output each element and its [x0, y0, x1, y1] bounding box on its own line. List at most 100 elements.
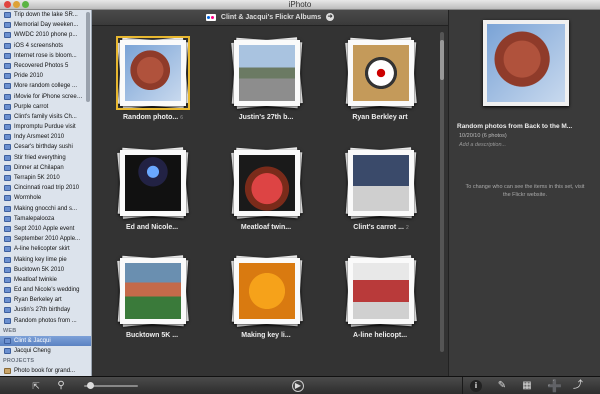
zoom-window-button[interactable] [22, 1, 29, 8]
album-browser: Clint & Jacqui's Flickr Albums ➜ Random p… [92, 10, 448, 376]
album-title: Making key li... [241, 332, 291, 339]
sidebar-item-label: Terrapin 5K 2010 [14, 175, 60, 181]
sidebar-event-item[interactable]: Making key lime pie [0, 255, 91, 265]
sidebar-event-item[interactable]: Dinner at Chilapan [0, 163, 91, 173]
minimize-window-button[interactable] [13, 1, 20, 8]
sidebar-event-item[interactable]: Pride 2010 [0, 71, 91, 81]
album-tile[interactable]: Justin's 27th b... [222, 37, 312, 150]
sidebar-header-projects: PROJECTS [3, 358, 35, 365]
album-photo-stack [345, 37, 417, 109]
event-icon [4, 93, 11, 100]
effects-icon[interactable]: ▦ [521, 380, 533, 392]
album-date-count: 10/20/10 (6 photos) [459, 133, 507, 139]
sidebar-item-label: Meatloaf twinkie [14, 276, 58, 283]
album-cover [234, 258, 300, 324]
sidebar-event-item[interactable]: Trip down the lake SR... [0, 10, 91, 20]
sidebar-item-jacqui-cheng[interactable]: Jacqui Cheng [0, 346, 91, 356]
album-tile[interactable]: Clint's carrot ... 2 [336, 147, 426, 260]
sidebar-event-item[interactable]: Recovered Photos 5 [0, 61, 91, 71]
event-icon [4, 22, 11, 29]
open-in-browser-arrow-icon[interactable]: ➜ [326, 13, 335, 22]
sidebar-event-item[interactable]: Sept 2010 Apple event [0, 224, 91, 234]
sidebar-event-item[interactable]: Making gnocchi and s... [0, 204, 91, 214]
sidebar-event-item[interactable]: Internet rose is bloom... [0, 51, 91, 61]
share-icon[interactable]: ⤴ [572, 380, 584, 392]
album-title: Justin's 27th b... [238, 114, 294, 121]
album-tile[interactable]: Random photo... 6 [108, 36, 198, 150]
album-browser-header: Clint & Jacqui's Flickr Albums ➜ [92, 10, 448, 26]
sidebar-event-item[interactable]: Bucktown 5K 2010 [0, 265, 91, 275]
album-grid-scrollbar[interactable] [440, 32, 444, 352]
album-tile[interactable]: Bucktown 5K ... [108, 255, 198, 368]
sidebar-event-item[interactable]: Memorial Day weeken... [0, 20, 91, 30]
sidebar-event-item[interactable]: Ed and Nicole's wedding [0, 285, 91, 295]
visibility-note: To change who can see the items in this … [465, 184, 585, 198]
album-cover [234, 40, 300, 106]
album-tile[interactable]: Meatloaf twin... [222, 147, 312, 260]
sidebar-event-item[interactable]: Indy Arsmeet 2010 [0, 132, 91, 142]
page-title: Clint & Jacqui's Flickr Albums [220, 14, 322, 21]
album-photo-stack [231, 37, 303, 109]
sidebar-event-item[interactable]: iMovie for iPhone screens [0, 92, 91, 102]
sidebar-event-item[interactable]: More random college ... [0, 81, 91, 91]
sidebar-item-label: Wormhole [14, 195, 42, 202]
event-icon [4, 144, 11, 151]
sidebar-event-item[interactable]: Cincinnati road trip 2010 [0, 183, 91, 193]
sidebar-item-label: Photo book for grand... [14, 368, 76, 375]
sidebar-event-item[interactable]: Purple carrot [0, 102, 91, 112]
sidebar-item-label: Clint's family visits Ch... [14, 113, 77, 120]
album-tile[interactable]: Ed and Nicole... [108, 147, 198, 260]
zoom-slider-knob[interactable] [87, 382, 94, 389]
sidebar-event-item[interactable]: Wormhole [0, 193, 91, 203]
album-cover [120, 150, 186, 216]
apple-mac-photo [125, 45, 181, 101]
sidebar-event-item[interactable]: Tamalepalooza [0, 214, 91, 224]
album-title: Random photo... [123, 114, 179, 121]
album-description-field[interactable]: Add a description... [459, 142, 506, 148]
sidebar-event-item[interactable]: Justin's 27th birthday [0, 305, 91, 315]
sidebar-event-item[interactable]: WWDC 2010 phone p... [0, 30, 91, 40]
sidebar-scrollbar[interactable] [86, 12, 90, 102]
sidebar-event-item[interactable]: Random photos from ... [0, 316, 91, 326]
toolbar-divider [462, 377, 463, 394]
iphoto-window: iPhoto Trip down the lake SR... Memorial … [0, 0, 600, 394]
framed-art-photo [353, 45, 409, 101]
sidebar-event-item[interactable]: Clint's family visits Ch... [0, 112, 91, 122]
sidebar-event-item[interactable]: iOS 4 screenshots [0, 41, 91, 51]
sidebar-event-item[interactable]: Stir fried everything [0, 153, 91, 163]
sidebar-header-web: WEB [3, 327, 17, 334]
pie-crust-photo [239, 263, 295, 319]
album-tile[interactable]: Making key li... [222, 255, 312, 368]
sidebar-event-item[interactable]: Impromptu Purdue visit [0, 122, 91, 132]
sidebar-item-label: Ed and Nicole's wedding [14, 287, 80, 294]
event-icon [4, 266, 11, 273]
sidebar-event-item[interactable]: September 2010 Apple... [0, 234, 91, 244]
scrollbar-thumb[interactable] [440, 40, 444, 80]
sidebar-event-item[interactable]: A-line helicopter skirt [0, 244, 91, 254]
search-icon[interactable]: ⚲ [55, 380, 67, 392]
zoom-slider[interactable] [84, 382, 138, 389]
sidebar-item-label: More random college ... [14, 83, 78, 90]
sidebar-event-item[interactable]: Terrapin 5K 2010 [0, 173, 91, 183]
sidebar-item-photo-book[interactable]: Photo book for grand... [0, 366, 91, 376]
album-cover [120, 258, 186, 324]
event-icon [4, 134, 11, 141]
album-photo-stack [117, 147, 189, 219]
sidebar-event-item[interactable]: Ryan Berkeley art [0, 295, 91, 305]
edit-icon[interactable]: ✎ [496, 380, 508, 392]
album-cover [116, 36, 190, 110]
add-to-icon[interactable]: ➕ [547, 380, 562, 392]
slideshow-play-icon[interactable]: ▶ [292, 380, 304, 392]
sidebar-item-label: Ryan Berkeley art [14, 297, 62, 304]
sidebar-event-item[interactable]: Meatloaf twinkie [0, 275, 91, 285]
close-window-button[interactable] [4, 1, 11, 8]
album-tile[interactable]: A-line helicopt... [336, 255, 426, 368]
fullscreen-icon[interactable]: ⇱ [30, 380, 42, 392]
album-tile[interactable]: Ryan Berkley art [336, 37, 426, 150]
event-icon [4, 164, 11, 171]
info-pane: Random photos from Back to the M... 10/2… [448, 10, 600, 376]
meatloaf-photo [239, 155, 295, 211]
sidebar-item-clint-jacqui[interactable]: Clint & Jacqui [0, 335, 91, 346]
info-icon[interactable]: i [470, 380, 482, 392]
sidebar-event-item[interactable]: Cesar's birthday sushi [0, 142, 91, 152]
